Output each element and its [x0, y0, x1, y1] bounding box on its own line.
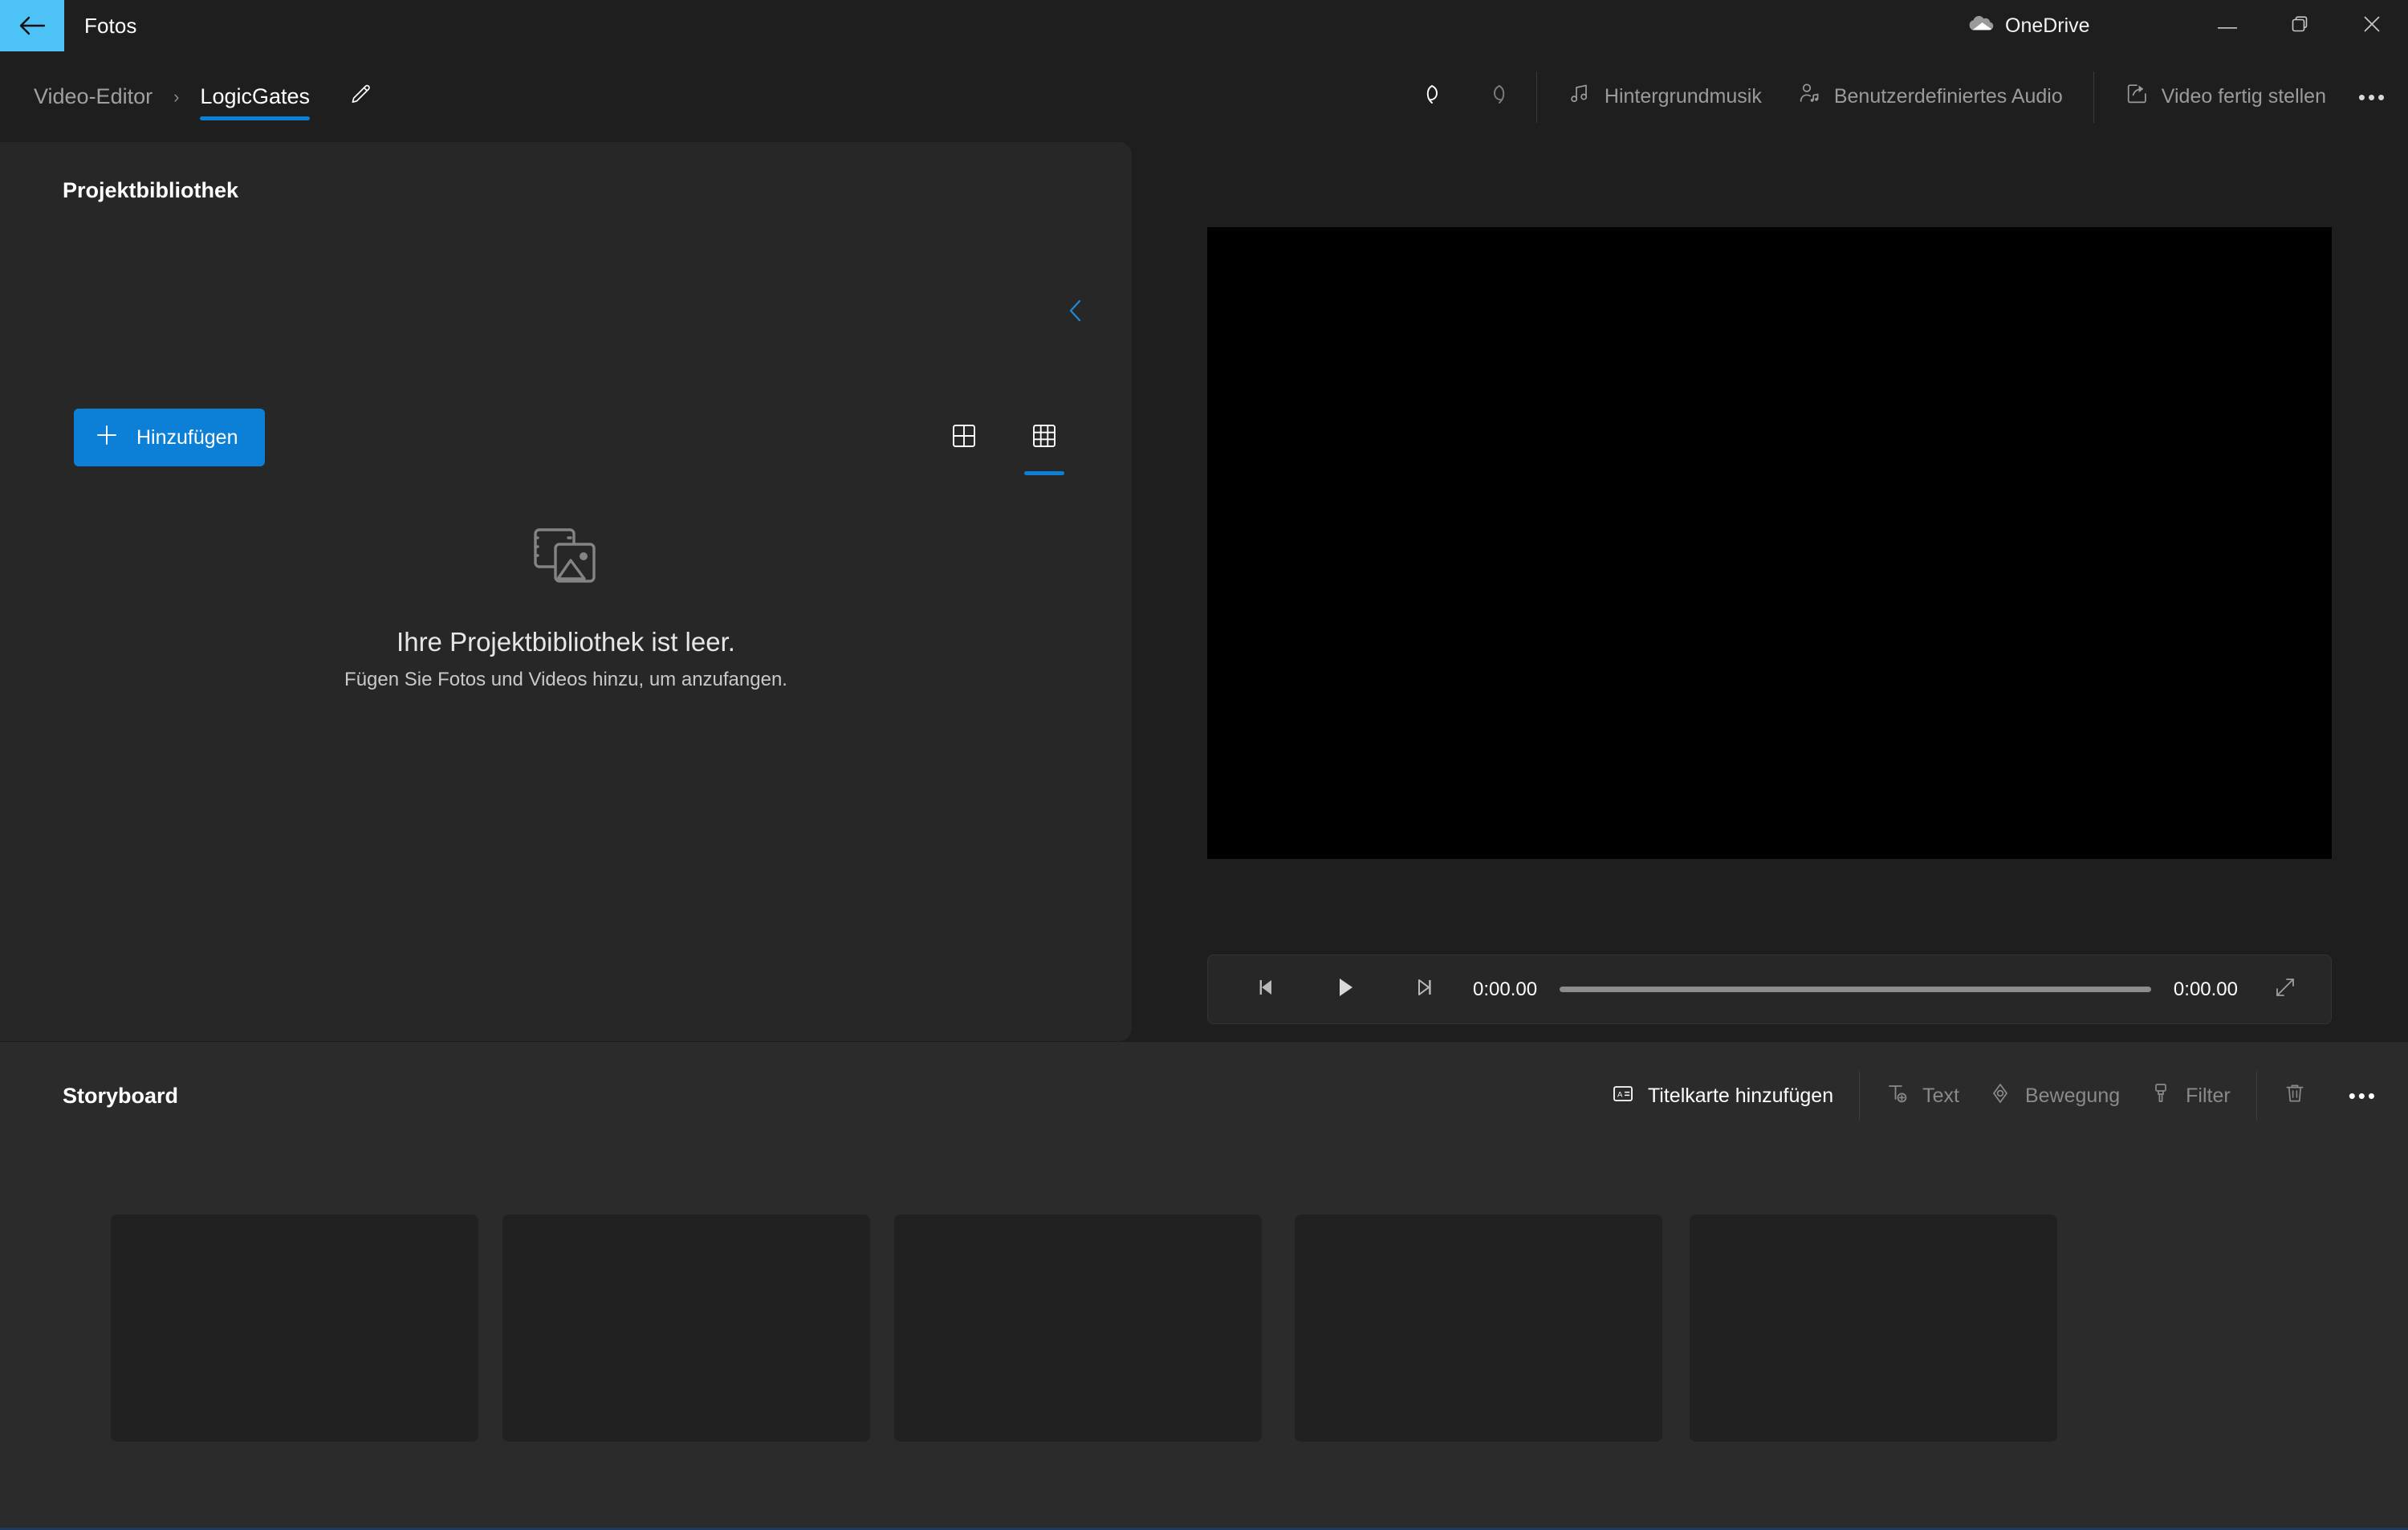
- fullscreen-button[interactable]: [2260, 965, 2310, 1015]
- back-button[interactable]: [0, 0, 64, 51]
- restore-icon: [2289, 14, 2310, 39]
- project-library-panel: Projektbibliothek Hinzufügen Ihre Projek…: [0, 142, 1132, 1041]
- custom-audio-button[interactable]: Benutzerdefiniertes Audio: [1780, 68, 2081, 126]
- media-placeholder-icon: [531, 525, 600, 592]
- storyboard-card-list: [0, 1215, 2408, 1447]
- more-options-button[interactable]: •••: [2344, 68, 2402, 126]
- command-bar-actions: Hintergrundmusik Benutzerdefiniertes Aud…: [1408, 51, 2402, 142]
- storyboard-card[interactable]: [111, 1215, 478, 1442]
- title-card-icon: A: [1611, 1081, 1635, 1111]
- redo-button[interactable]: [1466, 68, 1523, 126]
- active-tab-indicator: [200, 116, 311, 120]
- next-frame-icon: [1413, 977, 1434, 1002]
- close-icon: [2361, 14, 2382, 39]
- total-time-label: 0:00.00: [2173, 978, 2238, 1000]
- trash-icon: [2283, 1081, 2307, 1111]
- rename-project-button[interactable]: [334, 71, 387, 124]
- playback-scrubber[interactable]: [1560, 965, 2151, 1015]
- video-preview-surface[interactable]: [1207, 227, 2332, 859]
- finish-video-button[interactable]: Video fertig stellen: [2107, 68, 2344, 126]
- window-controls: [2191, 0, 2408, 51]
- preview-area: 0:00.00 0:00.00: [1132, 142, 2408, 1042]
- music-note-icon: [1568, 82, 1592, 112]
- motion-label: Bewegung: [2024, 1084, 2121, 1107]
- delete-button[interactable]: [2268, 1067, 2334, 1125]
- minimize-icon: [2218, 18, 2237, 33]
- storyboard-more-button[interactable]: •••: [2334, 1067, 2392, 1125]
- back-arrow-icon: [18, 15, 46, 36]
- share-export-icon: [2125, 82, 2149, 112]
- play-button[interactable]: [1320, 965, 1370, 1015]
- add-title-card-button[interactable]: A Titelkarte hinzufügen: [1597, 1067, 1848, 1125]
- storyboard-divider-2: [2255, 1072, 2257, 1120]
- command-bar: Video-Editor › LogicGates Hintergrundmus…: [0, 51, 2408, 142]
- previous-frame-icon: [1256, 977, 1277, 1002]
- text-add-icon: [1885, 1081, 1910, 1111]
- redo-icon: [1479, 79, 1510, 114]
- storyboard-panel: Storyboard A Titelkarte hinzufügen Text …: [0, 1042, 2408, 1528]
- text-label: Text: [1922, 1084, 1959, 1107]
- overflow-icon: •••: [2357, 84, 2388, 109]
- overflow-icon: •••: [2348, 1084, 2377, 1108]
- background-music-button[interactable]: Hintergrundmusik: [1550, 68, 1780, 126]
- custom-audio-label: Benutzerdefiniertes Audio: [1833, 85, 2063, 108]
- storyboard-card[interactable]: [894, 1215, 1262, 1442]
- empty-state-subtitle: Fügen Sie Fotos und Videos hinzu, um anz…: [344, 668, 787, 690]
- storyboard-title: Storyboard: [63, 1084, 179, 1108]
- motion-button[interactable]: Bewegung: [1974, 1067, 2134, 1125]
- title-bar: Fotos OneDrive: [0, 0, 2408, 51]
- close-button[interactable]: [2336, 0, 2408, 51]
- brush-filter-icon: [2149, 1081, 2173, 1111]
- toolbar-divider-2: [2093, 71, 2094, 123]
- pencil-icon: [348, 83, 372, 111]
- play-icon: [1335, 976, 1356, 1003]
- storyboard-card[interactable]: [502, 1215, 870, 1442]
- breadcrumb-separator: ›: [173, 86, 180, 107]
- maximize-button[interactable]: [2264, 0, 2336, 51]
- person-audio-icon: [1797, 82, 1821, 112]
- onedrive-cloud-icon: [1965, 14, 1994, 39]
- video-editor-window: Fotos OneDrive Video-Editor › LogicGates…: [0, 0, 2408, 1530]
- background-music-label: Hintergrundmusik: [1604, 85, 1762, 108]
- previous-frame-button[interactable]: [1242, 965, 1291, 1015]
- next-frame-button[interactable]: [1399, 965, 1449, 1015]
- svg-text:A: A: [1617, 1090, 1623, 1099]
- onedrive-status[interactable]: OneDrive: [1965, 0, 2090, 51]
- finish-video-label: Video fertig stellen: [2161, 85, 2326, 108]
- breadcrumb-video-editor[interactable]: Video-Editor: [24, 84, 162, 109]
- filter-label: Filter: [2186, 1084, 2231, 1107]
- library-empty-state: Ihre Projektbibliothek ist leer. Fügen S…: [0, 142, 1132, 1041]
- playback-controls: 0:00.00 0:00.00: [1207, 954, 2332, 1024]
- onedrive-label: OneDrive: [2005, 14, 2090, 37]
- current-time-label: 0:00.00: [1473, 978, 1538, 1000]
- filter-button[interactable]: Filter: [2134, 1067, 2245, 1125]
- scrubber-track: [1560, 987, 2151, 992]
- text-button[interactable]: Text: [1871, 1067, 1974, 1125]
- undo-button[interactable]: [1408, 68, 1466, 126]
- storyboard-toolbar: A Titelkarte hinzufügen Text Bewegung Fi…: [1597, 1060, 2392, 1132]
- storyboard-card[interactable]: [1690, 1215, 2057, 1442]
- minimize-button[interactable]: [2191, 0, 2264, 51]
- app-title: Fotos: [84, 13, 137, 38]
- empty-state-title: Ihre Projektbibliothek ist leer.: [397, 626, 735, 657]
- toolbar-divider: [1536, 71, 1537, 123]
- fullscreen-icon: [2274, 976, 2296, 1003]
- breadcrumb: Video-Editor › LogicGates: [24, 51, 387, 142]
- breadcrumb-current-project[interactable]: LogicGates: [190, 51, 319, 142]
- add-title-card-label: Titelkarte hinzufügen: [1647, 1084, 1834, 1107]
- storyboard-divider-1: [1859, 1072, 1861, 1120]
- breadcrumb-current-label: LogicGates: [200, 84, 311, 108]
- motion-icon: [1988, 1081, 2012, 1111]
- storyboard-card[interactable]: [1295, 1215, 1662, 1442]
- undo-icon: [1422, 79, 1452, 114]
